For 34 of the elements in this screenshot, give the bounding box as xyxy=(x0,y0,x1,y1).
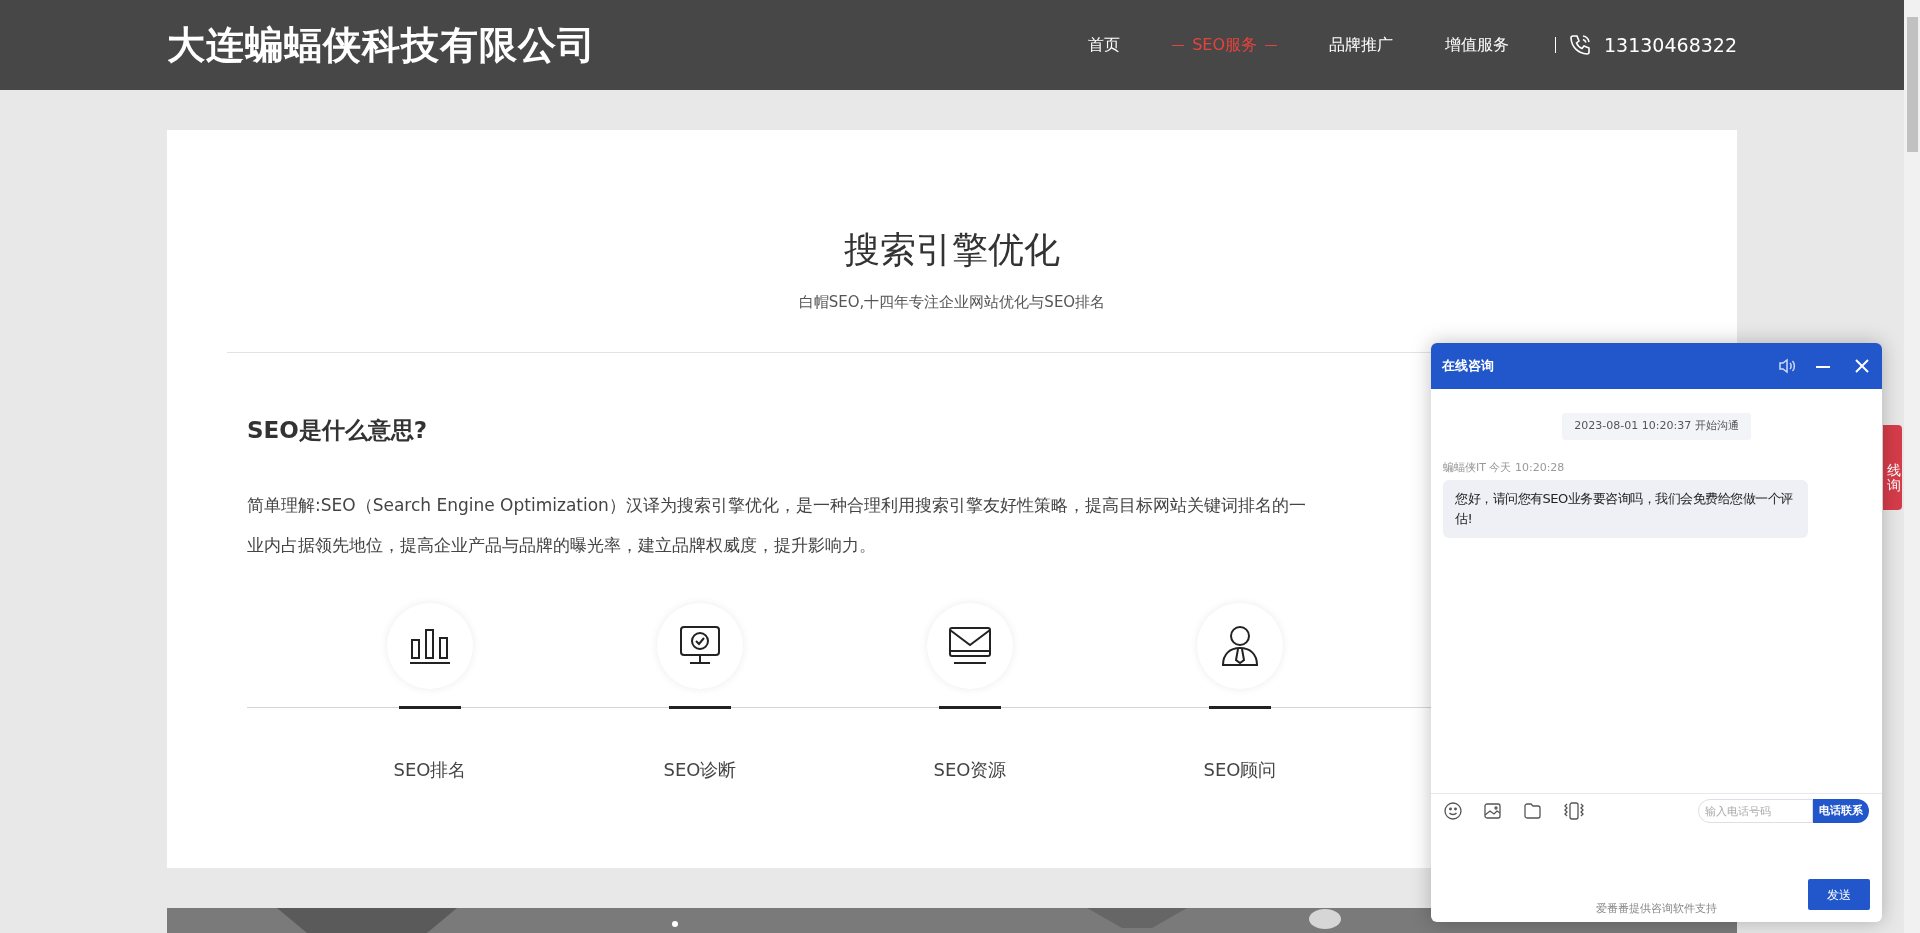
message-bubble: 您好，请问您有SEO业务要咨询吗，我们会免费给您做一个评估! xyxy=(1443,480,1808,538)
company-logo[interactable]: 大连蝙蝠侠科技有限公司 xyxy=(167,16,596,74)
paragraph-line: 业内占据领先地位，提高企业产品与品牌的曝光率，建立品牌权威度，提升影响力。 xyxy=(247,534,876,557)
nav-link[interactable]: 增值服务 xyxy=(1445,33,1509,57)
feature-label: SEO诊断 xyxy=(663,758,737,782)
call-button[interactable]: 电话联系 xyxy=(1813,799,1869,823)
message-sender: 蝙蝠侠IT 今天 10:20:28 xyxy=(1443,459,1565,476)
vibrate-icon[interactable] xyxy=(1564,802,1584,820)
paragraph-line: 简单理解:SEO（Search Engine Optimization）汉译为搜索引擎优化，是一种合理利用搜索引擎友好性策略，提高目标网站关键词排名的一 xyxy=(247,494,1306,517)
scrollbar-thumb[interactable] xyxy=(1907,17,1918,152)
phone-number: 13130468322 xyxy=(1604,32,1737,58)
section-heading: SEO是什么意思? xyxy=(247,415,428,445)
section-title: 搜索引擎优化 xyxy=(843,228,1061,272)
folder-icon[interactable] xyxy=(1524,803,1541,819)
phone-input[interactable]: 输入电话号码 xyxy=(1698,799,1813,823)
consult-side-tab[interactable]: 线询 xyxy=(1883,425,1902,510)
nav-link[interactable]: 品牌推广 xyxy=(1329,33,1393,57)
emoji-icon[interactable] xyxy=(1444,802,1462,820)
envelope-icon xyxy=(947,625,993,667)
feature-label: SEO资源 xyxy=(933,758,1007,782)
person-icon xyxy=(1220,624,1260,668)
section-subtitle: 白帽SEO,十四年专注企业网站优化与SEO排名 xyxy=(797,292,1107,313)
nav-link[interactable]: 首页 xyxy=(1088,33,1121,57)
chat-start-time: 2023-08-01 10:20:37 开始沟通 xyxy=(1562,413,1751,440)
powered-by-text: 爱番番提供咨询软件支持 xyxy=(1595,900,1718,917)
chat-title: 在线咨询 xyxy=(1442,357,1494,376)
send-button[interactable]: 发送 xyxy=(1808,879,1870,910)
image-icon[interactable] xyxy=(1484,803,1501,819)
bar-chart-icon xyxy=(408,626,452,666)
speaker-icon[interactable] xyxy=(1778,358,1796,374)
phone-icon xyxy=(1568,33,1592,57)
feature-label: SEO排名 xyxy=(393,758,467,782)
feature-label: SEO顾问 xyxy=(1203,758,1277,782)
close-icon[interactable] xyxy=(1855,359,1869,373)
